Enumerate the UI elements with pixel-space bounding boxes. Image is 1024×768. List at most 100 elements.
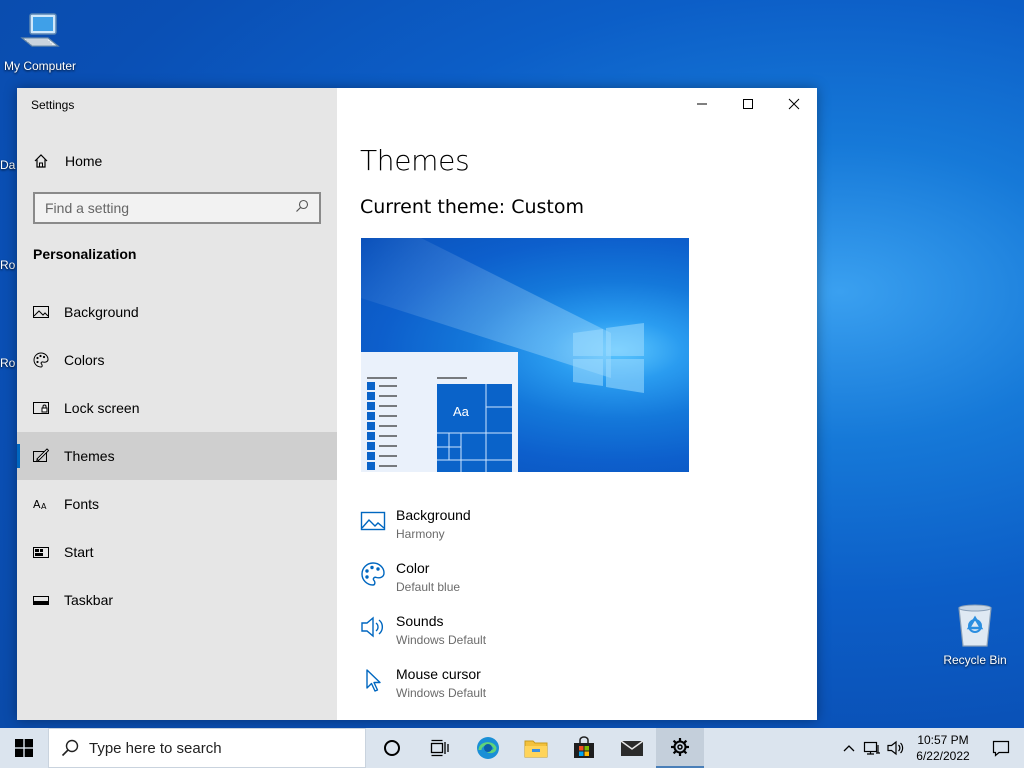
sidebar-item-label: Start <box>64 544 94 560</box>
taskbar-search-box[interactable] <box>48 728 366 768</box>
sidebar-item-fonts[interactable]: AA Fonts <box>17 480 337 528</box>
theme-prop-label: Background <box>396 507 471 523</box>
current-theme-label: Current theme: Custom <box>360 196 585 218</box>
theme-prop-value: Default blue <box>396 580 461 594</box>
taskbar-search-input[interactable] <box>89 739 339 757</box>
theme-prop-value: Windows Default <box>396 686 487 700</box>
palette-icon <box>360 561 386 587</box>
sidebar-item-label: Lock screen <box>64 400 140 416</box>
desktop-icon-recycle-bin[interactable]: Recycle Bin <box>935 602 1015 667</box>
clock[interactable]: 10:57 PM 6/22/2022 <box>908 732 978 764</box>
edge-browser-icon <box>477 737 499 759</box>
network-button[interactable] <box>860 740 884 756</box>
svg-text:A: A <box>41 502 47 511</box>
main-content: Themes Current theme: Custom Aa Backgrou… <box>337 88 817 720</box>
sidebar-item-start[interactable]: Start <box>17 528 337 576</box>
svg-text:A: A <box>33 498 41 511</box>
volume-button[interactable] <box>884 740 908 756</box>
sidebar-item-background[interactable]: Background <box>17 288 337 336</box>
speaker-icon <box>360 614 386 640</box>
preview-start-menu: Aa <box>361 352 518 472</box>
home-icon <box>33 153 49 169</box>
desktop-icon-label-partial[interactable]: Da <box>0 158 15 172</box>
taskbar-file-explorer-button[interactable] <box>512 728 560 768</box>
taskbar-edge-button[interactable] <box>464 728 512 768</box>
sidebar-item-themes[interactable]: Themes <box>17 432 337 480</box>
desktop-icon-my-computer[interactable]: My Computer <box>0 10 80 73</box>
task-view-icon <box>430 739 449 757</box>
theme-prop-label: Color <box>396 560 430 576</box>
close-icon <box>788 98 800 110</box>
desktop-icon-label-partial[interactable]: Ro <box>0 356 15 370</box>
sidebar-item-lock-screen[interactable]: Lock screen <box>17 384 337 432</box>
sidebar-item-label: Colors <box>64 352 105 368</box>
theme-prop-mouse-cursor[interactable]: Mouse cursor Windows Default <box>360 665 486 718</box>
start-icon <box>33 544 49 560</box>
show-hidden-icons-button[interactable] <box>838 744 860 752</box>
theme-prop-sounds[interactable]: Sounds Windows Default <box>360 612 486 665</box>
sidebar-item-label: Home <box>65 153 103 169</box>
computer-icon <box>0 10 80 57</box>
lock-screen-icon <box>33 400 49 416</box>
maximize-icon <box>743 99 753 109</box>
palette-icon <box>33 352 49 368</box>
task-view-button[interactable] <box>416 728 464 768</box>
theme-preview: Aa <box>361 238 689 472</box>
sidebar: Settings Home Personalization Background <box>17 88 337 720</box>
taskbar-store-button[interactable] <box>560 728 608 768</box>
sidebar-item-label: Fonts <box>64 496 100 512</box>
chevron-up-icon <box>843 745 855 752</box>
action-center-button[interactable] <box>978 728 1024 768</box>
sidebar-item-taskbar[interactable]: Taskbar <box>17 576 337 624</box>
notification-icon <box>992 740 1010 757</box>
picture-icon <box>33 304 49 320</box>
mail-icon <box>620 740 644 756</box>
section-title: Personalization <box>33 246 137 262</box>
desktop-icon-label-partial[interactable]: Ro <box>0 258 15 272</box>
cursor-icon <box>360 667 386 693</box>
sidebar-item-colors[interactable]: Colors <box>17 336 337 384</box>
theme-prop-background[interactable]: Background Harmony <box>360 506 486 559</box>
close-button[interactable] <box>771 88 817 120</box>
sidebar-nav: Background Colors Lock screen Themes A A… <box>17 288 337 624</box>
taskbar-settings-button[interactable] <box>656 728 704 768</box>
speaker-icon <box>887 740 904 756</box>
settings-search-box[interactable] <box>33 192 321 224</box>
clock-date: 6/22/2022 <box>916 749 970 763</box>
theme-prop-label: Mouse cursor <box>396 666 481 682</box>
taskbar: 10:57 PM 6/22/2022 <box>0 728 1024 768</box>
window-title: Settings <box>31 98 75 112</box>
cortana-icon <box>384 740 400 756</box>
sidebar-item-label: Taskbar <box>64 592 114 608</box>
theme-prop-value: Windows Default <box>396 633 487 647</box>
picture-icon <box>360 508 386 534</box>
system-tray: 10:57 PM 6/22/2022 <box>838 728 1024 768</box>
sidebar-item-label: Background <box>64 304 139 320</box>
folder-icon <box>524 740 548 758</box>
desktop-icon-label: My Computer <box>3 59 77 73</box>
window-controls <box>679 88 817 120</box>
taskbar-mail-button[interactable] <box>608 728 656 768</box>
network-icon <box>863 741 880 755</box>
sidebar-item-home[interactable]: Home <box>17 144 337 178</box>
search-icon[interactable] <box>295 199 309 218</box>
settings-window: Settings Home Personalization Background <box>17 88 817 720</box>
recycle-bin-icon <box>935 602 1015 651</box>
theme-prop-color[interactable]: Color Default blue <box>360 559 486 612</box>
minimize-button[interactable] <box>679 88 725 120</box>
cortana-button[interactable] <box>368 728 416 768</box>
preview-tile-text: Aa <box>453 404 469 419</box>
themes-icon <box>33 448 49 464</box>
desktop-icon-label: Recycle Bin <box>943 653 1007 667</box>
theme-prop-value: Harmony <box>396 527 445 541</box>
clock-time: 10:57 PM <box>917 733 969 747</box>
page-title: Themes <box>360 144 470 177</box>
search-input[interactable] <box>45 200 295 216</box>
store-icon <box>574 736 594 758</box>
theme-properties: Background Harmony Color Default blue So… <box>360 506 486 718</box>
maximize-button[interactable] <box>725 88 771 120</box>
start-button[interactable] <box>0 728 48 768</box>
minimize-icon <box>697 103 707 105</box>
fonts-icon: AA <box>33 496 49 512</box>
sidebar-item-label: Themes <box>64 448 115 464</box>
